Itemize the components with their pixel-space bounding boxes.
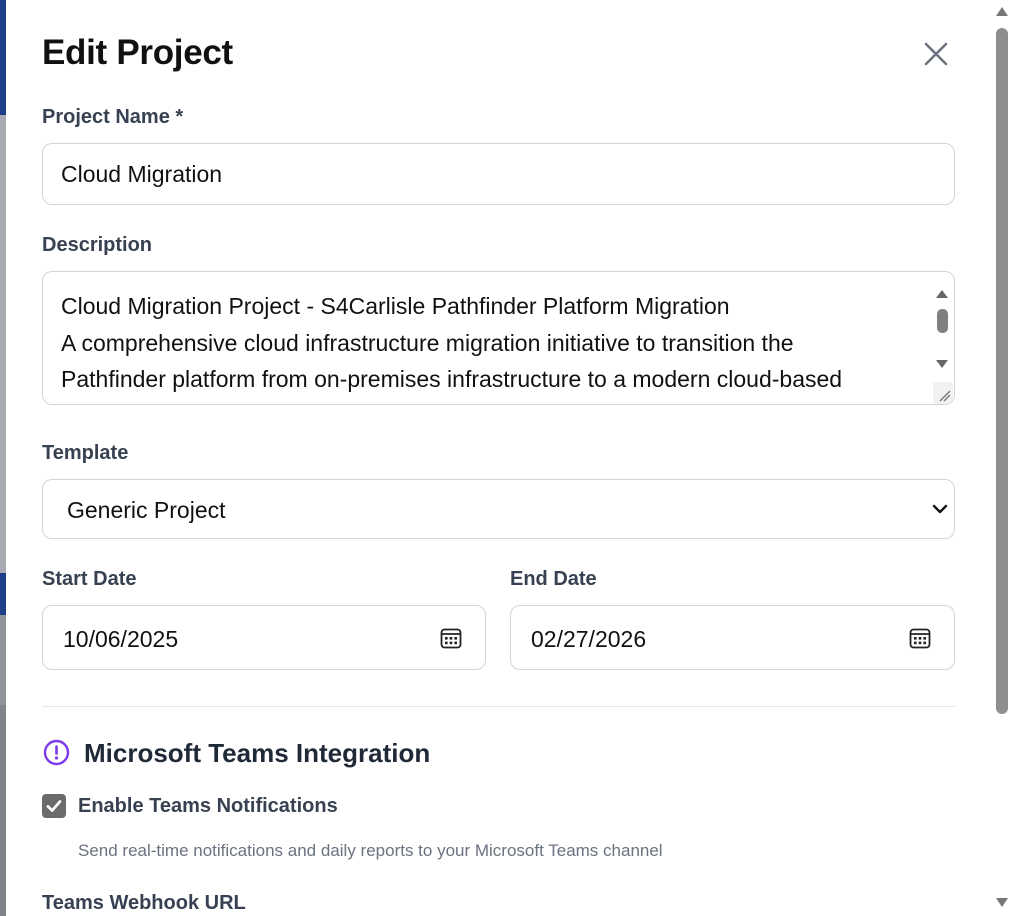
chevron-down-icon [932, 504, 948, 514]
end-date-label: End Date [510, 568, 597, 590]
edit-project-modal: Edit Project Project Name * Cloud Migrat… [6, 0, 992, 916]
template-label: Template [42, 442, 129, 464]
checkmark-icon [46, 800, 62, 812]
scroll-up-icon[interactable] [995, 5, 1009, 17]
description-line: Pathfinder platform from on-premises inf… [61, 366, 843, 392]
enable-teams-label[interactable]: Enable Teams Notifications [78, 795, 338, 818]
project-name-value: Cloud Migration [61, 161, 223, 187]
project-name-label: Project Name * [42, 106, 184, 128]
description-scrollbar[interactable] [931, 273, 953, 405]
close-icon[interactable] [920, 38, 952, 70]
teams-section-title: Microsoft Teams Integration [84, 738, 431, 768]
page-scrollbar[interactable] [992, 0, 1027, 916]
description-line: A comprehensive cloud infrastructure mig… [61, 329, 794, 356]
calendar-icon[interactable] [909, 627, 931, 649]
alert-circle-icon [43, 739, 70, 766]
description-line: Cloud Migration Project - S4Carlisle Pat… [61, 293, 730, 319]
template-value: Generic Project [67, 497, 226, 523]
end-date-input[interactable]: 02/27/2026 [510, 605, 955, 670]
enable-teams-checkbox[interactable] [42, 794, 66, 818]
start-date-label: Start Date [42, 568, 137, 590]
description-text: Cloud Migration Project - S4Carlisle Pat… [61, 288, 941, 404]
start-date-input[interactable]: 10/06/2025 [42, 605, 486, 670]
project-name-input[interactable]: Cloud Migration [42, 143, 955, 205]
scrollbar-thumb[interactable] [996, 28, 1008, 714]
end-date-value: 02/27/2026 [531, 626, 647, 652]
template-select[interactable]: Generic Project [42, 479, 955, 539]
scroll-down-icon[interactable] [995, 897, 1009, 909]
description-label: Description [42, 234, 153, 256]
modal-title: Edit Project [42, 33, 233, 72]
teams-help-text: Send real-time notifications and daily r… [78, 841, 663, 860]
description-textarea[interactable]: Cloud Migration Project - S4Carlisle Pat… [42, 271, 955, 405]
section-divider [42, 706, 955, 707]
webhook-url-label: Teams Webhook URL [42, 892, 246, 914]
start-date-value: 10/06/2025 [63, 626, 179, 652]
calendar-icon[interactable] [440, 627, 462, 649]
